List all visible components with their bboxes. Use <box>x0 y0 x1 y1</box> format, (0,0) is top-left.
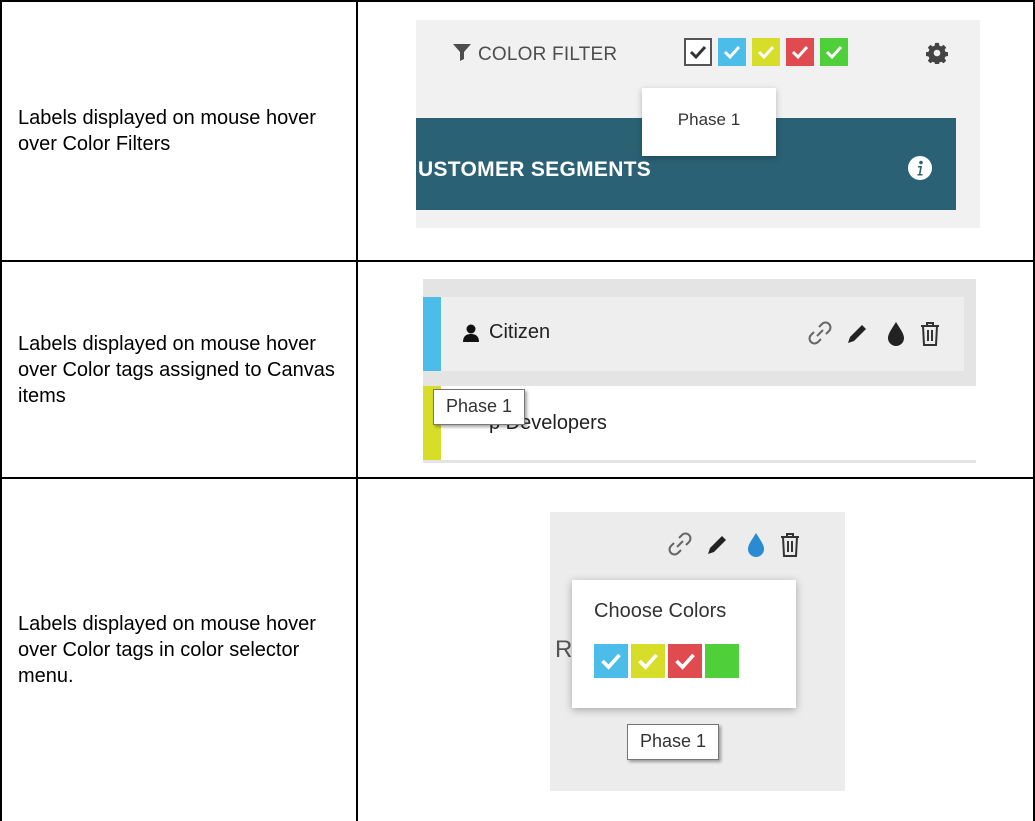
color-option-red[interactable] <box>668 644 702 678</box>
canvas-item[interactable]: Citizen <box>423 297 964 371</box>
gear-icon[interactable] <box>925 42 949 66</box>
menu-title: Choose Colors <box>594 600 727 622</box>
user-icon <box>461 323 481 343</box>
filter-swatch-blue[interactable] <box>718 38 746 66</box>
link-icon[interactable] <box>806 319 834 349</box>
item-actions <box>666 530 816 560</box>
table-border <box>0 0 2 821</box>
table-row: Labels displayed on mouse hover over Col… <box>0 479 1035 821</box>
canvas-strip <box>416 210 956 228</box>
table-border <box>0 260 1035 262</box>
tooltip-text: Phase 1 <box>639 731 707 751</box>
color-filter-screenshot: COLOR FILTER USTOMER SEGMENTS Phase 1 <box>416 20 980 228</box>
canvas-items-screenshot: Citizen p Developers Phase 1 <box>423 279 976 463</box>
hover-tooltip: Phase 1 <box>642 88 776 156</box>
filter-swatch-all[interactable] <box>684 38 712 66</box>
link-icon[interactable] <box>666 530 694 560</box>
color-tag-blue[interactable] <box>423 297 441 371</box>
filter-swatch-yellow[interactable] <box>752 38 780 66</box>
hover-tooltip: Phase 1 <box>627 724 719 760</box>
table-border <box>0 0 1035 2</box>
color-option-yellow[interactable] <box>631 644 665 678</box>
tooltip-text: Phase 1 <box>445 396 513 416</box>
drop-icon[interactable] <box>882 319 910 349</box>
pencil-icon[interactable] <box>702 530 730 560</box>
color-selector-screenshot: R Choose Colors Phase 1 <box>550 512 845 791</box>
color-option-green[interactable] <box>705 644 739 678</box>
filter-icon[interactable] <box>452 42 472 62</box>
table-row: Labels displayed on mouse hover over Col… <box>0 0 1035 261</box>
hover-tooltip: Phase 1 <box>433 389 525 425</box>
document-table: Labels displayed on mouse hover over Col… <box>0 0 1035 821</box>
drop-icon[interactable] <box>742 530 770 560</box>
trash-icon[interactable] <box>776 530 804 560</box>
color-option-blue[interactable] <box>594 644 628 678</box>
row-description: Labels displayed on mouse hover over Col… <box>18 106 316 155</box>
pencil-icon[interactable] <box>842 319 870 349</box>
trash-icon[interactable] <box>916 319 944 349</box>
segment-title: USTOMER SEGMENTS <box>418 158 652 181</box>
canvas-item-label: Citizen <box>489 321 551 343</box>
item-actions <box>806 319 956 349</box>
row-description: Labels displayed on mouse hover over Col… <box>18 333 335 407</box>
partial-text: R <box>555 636 573 663</box>
filter-swatch-green[interactable] <box>820 38 848 66</box>
row-description: Labels displayed on mouse hover over Col… <box>18 613 316 687</box>
tooltip-text: Phase 1 <box>677 110 741 129</box>
color-selector-menu: Choose Colors <box>572 580 796 708</box>
info-icon[interactable] <box>908 156 932 180</box>
color-filter-label: COLOR FILTER <box>478 44 618 65</box>
table-border <box>356 0 358 821</box>
table-border <box>0 477 1035 479</box>
filter-swatch-red[interactable] <box>786 38 814 66</box>
